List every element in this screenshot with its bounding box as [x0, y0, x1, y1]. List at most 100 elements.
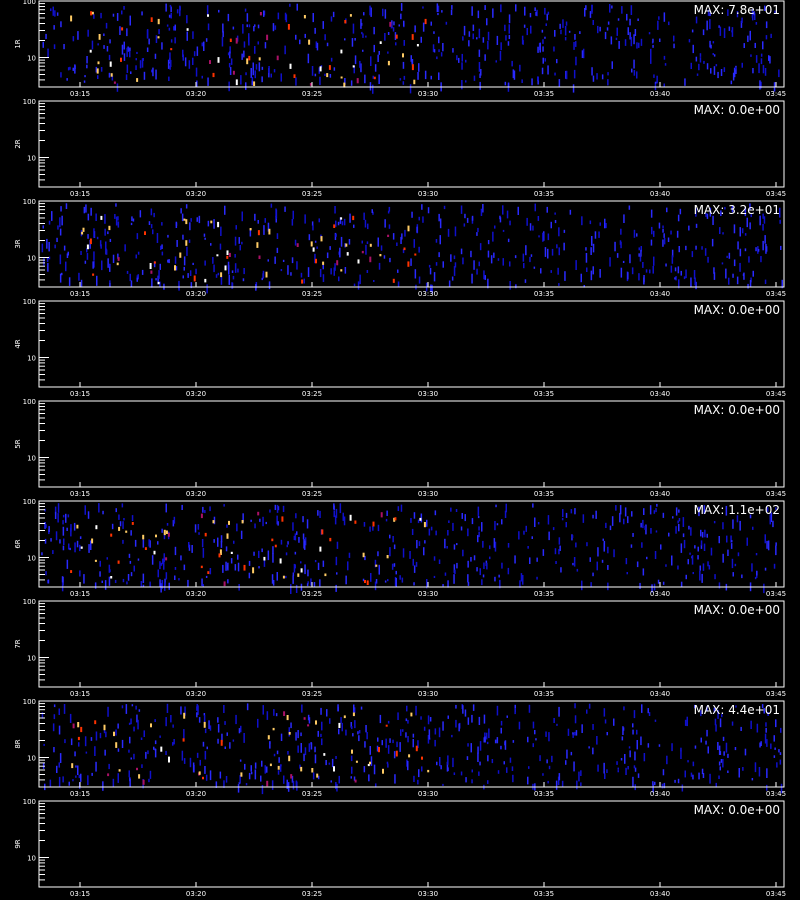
- data-cell: [59, 539, 61, 544]
- data-cell: [311, 66, 314, 76]
- data-cell: [633, 59, 635, 69]
- data-cell: [525, 245, 527, 256]
- data-cell: [746, 537, 748, 546]
- data-cell: [261, 548, 263, 553]
- data-cell: [396, 242, 398, 246]
- data-cell: [106, 46, 109, 52]
- data-cell: [393, 21, 395, 26]
- data-cell: [368, 774, 370, 782]
- data-cell: [658, 16, 660, 20]
- data-cell: [592, 75, 595, 82]
- data-cell: [141, 11, 143, 16]
- data-cell: [125, 704, 128, 714]
- data-cell: [217, 272, 220, 276]
- data-cell: [739, 227, 741, 237]
- data-cell: [90, 207, 92, 216]
- data-cell: [563, 242, 565, 251]
- data-cell: [412, 558, 414, 566]
- data-cell: [142, 779, 145, 785]
- data-cell: [83, 574, 85, 584]
- data-cell: [367, 223, 369, 230]
- data-cell: [243, 733, 245, 743]
- data-cell: [330, 268, 332, 275]
- data-cell: [200, 513, 203, 519]
- data-cell: [121, 705, 124, 709]
- data-cell: [585, 247, 587, 251]
- data-cell: [494, 521, 496, 531]
- data-cell: [478, 771, 480, 776]
- data-cell: [626, 572, 628, 575]
- y-tick-label: 10: [27, 655, 36, 663]
- data-cell: [760, 53, 763, 57]
- data-cell: [149, 770, 152, 779]
- data-cell: [173, 26, 175, 31]
- data-cell: [636, 233, 638, 237]
- data-cell: [502, 205, 504, 215]
- data-cell: [377, 737, 379, 742]
- data-cell: [320, 707, 322, 715]
- data-cell: [357, 259, 360, 264]
- data-cell: [250, 771, 253, 775]
- data-cell: [630, 5, 633, 15]
- data-cell: [643, 508, 645, 515]
- data-cell: [380, 245, 383, 251]
- data-cell: [276, 572, 278, 581]
- data-cell: [319, 546, 322, 552]
- data-cell: [744, 748, 747, 756]
- data-cell: [509, 261, 511, 267]
- data-cell: [148, 221, 151, 225]
- data-cell: [281, 516, 284, 522]
- x-tick-label: 03:40: [650, 590, 670, 598]
- data-cell: [411, 34, 414, 40]
- data-cell: [720, 759, 723, 763]
- data-cell: [105, 249, 108, 255]
- data-cell: [418, 216, 420, 221]
- data-cell: [277, 521, 279, 526]
- data-cell: [462, 257, 464, 265]
- data-cell: [479, 81, 481, 90]
- data-cell: [550, 270, 552, 273]
- data-cell: [165, 557, 168, 561]
- data-cell: [352, 712, 355, 717]
- data-cell: [632, 533, 634, 537]
- data-cell: [514, 255, 517, 259]
- y-tick-label: 100: [23, 198, 36, 206]
- data-cell: [438, 49, 440, 53]
- data-cell: [452, 48, 454, 53]
- data-cell: [110, 73, 113, 77]
- data-cell: [509, 281, 511, 290]
- data-cell: [355, 760, 358, 763]
- data-cell: [620, 228, 622, 235]
- data-cell: [90, 11, 93, 16]
- data-cell: [731, 540, 733, 543]
- data-cell: [670, 230, 672, 235]
- data-cell: [303, 15, 306, 19]
- data-cell: [704, 248, 707, 256]
- data-cell: [447, 755, 449, 765]
- data-cell: [340, 49, 343, 54]
- data-cell: [261, 76, 263, 83]
- data-cell: [154, 740, 157, 745]
- data-cell: [762, 224, 764, 231]
- data-cell: [181, 213, 184, 222]
- data-cell: [553, 46, 555, 52]
- data-cell: [751, 563, 753, 572]
- data-cell: [414, 253, 417, 256]
- data-cell: [181, 504, 183, 510]
- data-cell: [605, 223, 607, 229]
- data-cell: [246, 13, 249, 22]
- data-cell: [123, 6, 125, 10]
- data-cell: [476, 37, 478, 40]
- data-cell: [340, 717, 342, 724]
- data-cell: [680, 543, 683, 553]
- data-cell: [500, 727, 502, 734]
- data-cell: [494, 225, 496, 229]
- max-value-label: MAX: 1.1e+02: [694, 503, 780, 517]
- data-cell: [688, 39, 691, 43]
- data-cell: [99, 732, 102, 739]
- data-cell: [462, 705, 464, 714]
- data-cell: [50, 8, 52, 12]
- data-cell: [766, 768, 768, 778]
- data-cell: [142, 539, 145, 548]
- data-cell: [638, 273, 640, 281]
